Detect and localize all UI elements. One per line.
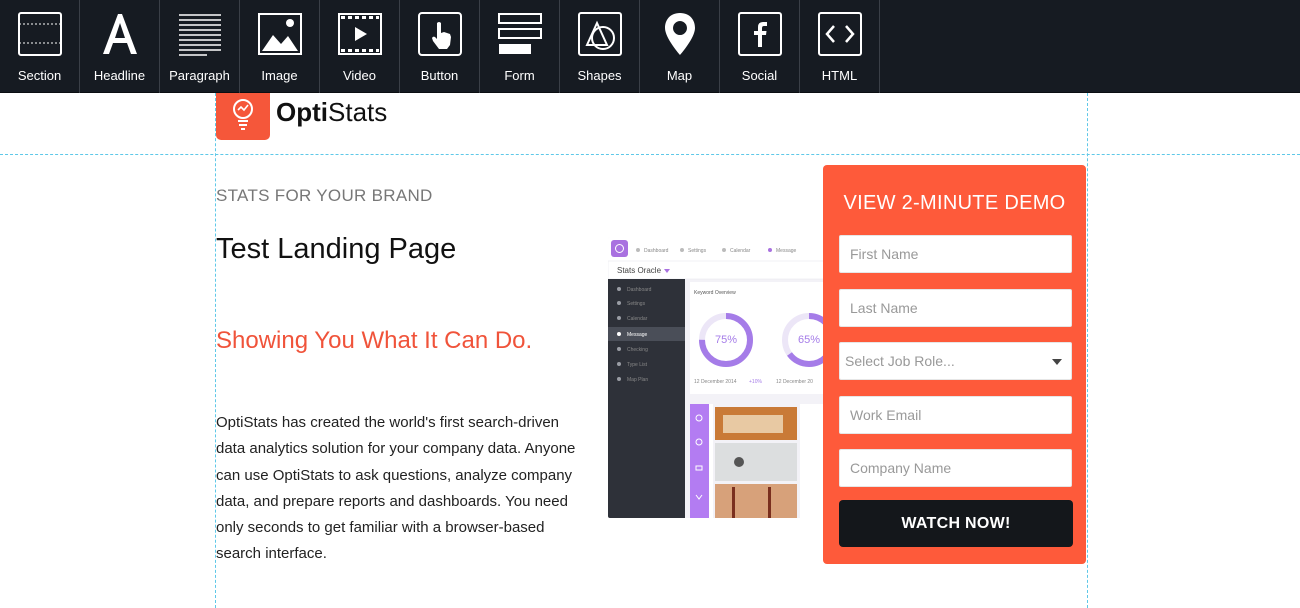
- guide-right: [1087, 93, 1088, 608]
- gauge-label-1: 75%: [715, 334, 737, 346]
- section-icon: [18, 12, 62, 56]
- app-tab: Calendar: [730, 248, 751, 254]
- svg-text:Checking: Checking: [627, 347, 648, 353]
- body-paragraph: OptiStats has created the world's first …: [216, 414, 576, 563]
- tool-section[interactable]: Section: [0, 0, 80, 93]
- tool-label: Form: [504, 68, 535, 83]
- svg-text:Settings: Settings: [627, 301, 646, 307]
- job-role-select[interactable]: Select Job Role...: [839, 342, 1072, 380]
- form-title: VIEW 2-MINUTE DEMO: [843, 192, 1066, 214]
- tool-social[interactable]: Social: [720, 0, 800, 93]
- tool-button[interactable]: Button: [400, 0, 480, 93]
- video-icon: [338, 13, 382, 55]
- tool-label: Map: [666, 68, 693, 83]
- code-icon: [818, 12, 862, 56]
- tool-label: Paragraph: [169, 68, 230, 83]
- gauge-label-2: 65%: [798, 334, 820, 346]
- image-icon: [258, 13, 302, 55]
- svg-text:Dashboard: Dashboard: [627, 287, 652, 293]
- dashboard-mockup: Dashboard Settings Calendar Message Stat…: [608, 237, 830, 518]
- app-sidebar: [608, 279, 685, 518]
- facebook-icon: [738, 12, 782, 56]
- map-pin-icon: [665, 13, 695, 55]
- tool-label: Headline: [93, 68, 146, 83]
- work-email-field[interactable]: Work Email: [839, 396, 1072, 434]
- shapes-icon: [578, 12, 622, 56]
- demo-form: VIEW 2-MINUTE DEMO First Name Last Name …: [823, 165, 1086, 564]
- first-name-field[interactable]: First Name: [839, 235, 1072, 273]
- card-title: Keyword Overview: [694, 290, 736, 296]
- tool-label: Social: [741, 68, 778, 83]
- svg-text:Map Plan: Map Plan: [627, 377, 648, 383]
- job-role-value: Select Job Role...: [845, 353, 955, 369]
- page-headline: Test Landing Page: [216, 233, 457, 265]
- svg-text:+10%: +10%: [749, 379, 762, 385]
- chevron-down-icon: [1052, 359, 1062, 365]
- app-tab: Message: [776, 248, 797, 254]
- tool-label: Button: [420, 68, 459, 83]
- dashboard-screenshot: Dashboard Settings Calendar Message Stat…: [608, 237, 830, 518]
- page-subheadline: Showing You What It Can Do.: [216, 327, 533, 354]
- tool-map[interactable]: Map: [640, 0, 720, 93]
- tool-label: Shapes: [577, 68, 622, 83]
- company-name-field[interactable]: Company Name: [839, 449, 1072, 487]
- tool-label: HTML: [821, 68, 858, 83]
- logo-text-rest: Stats: [328, 97, 388, 127]
- svg-text:12 December 2014: 12 December 2014: [694, 379, 737, 385]
- logo-text-bold: Opti: [276, 97, 328, 127]
- lightbulb-icon: [233, 99, 253, 130]
- svg-text:Calendar: Calendar: [627, 316, 648, 322]
- svg-text:12 December 20: 12 December 20: [776, 379, 813, 385]
- photo-bridge: [715, 484, 797, 518]
- section-divider: [0, 154, 1300, 155]
- tool-label: Video: [342, 68, 376, 83]
- last-name-field[interactable]: Last Name: [839, 289, 1072, 327]
- form-icon: [498, 13, 542, 54]
- paragraph-icon: [179, 14, 221, 56]
- app-name: Stats Oracle: [617, 266, 662, 275]
- tool-shapes[interactable]: Shapes: [560, 0, 640, 93]
- photo-office: [715, 443, 797, 481]
- element-toolbar: Section Headline Paragraph Image Video B…: [0, 0, 1300, 93]
- tool-paragraph[interactable]: Paragraph: [160, 0, 240, 93]
- tool-label: Section: [17, 68, 62, 83]
- tool-label: Image: [261, 68, 298, 83]
- watch-now-button[interactable]: WATCH NOW!: [839, 500, 1073, 547]
- app-tab: Dashboard: [644, 248, 669, 254]
- svg-text:Type List: Type List: [627, 362, 648, 368]
- tool-image[interactable]: Image: [240, 0, 320, 93]
- logo-wordmark[interactable]: OptiStats: [276, 97, 387, 128]
- button-icon: [418, 12, 462, 56]
- tool-form[interactable]: Form: [480, 0, 560, 93]
- headline-icon: [103, 14, 137, 54]
- tool-html[interactable]: HTML: [800, 0, 880, 93]
- app-tab: Settings: [688, 248, 707, 254]
- svg-text:Message: Message: [627, 332, 648, 338]
- tool-video[interactable]: Video: [320, 0, 400, 93]
- eyebrow-text: STATS FOR YOUR BRAND: [216, 186, 433, 205]
- logo-badge[interactable]: [216, 93, 270, 140]
- tool-headline[interactable]: Headline: [80, 0, 160, 93]
- app-logo-icon: [611, 240, 628, 257]
